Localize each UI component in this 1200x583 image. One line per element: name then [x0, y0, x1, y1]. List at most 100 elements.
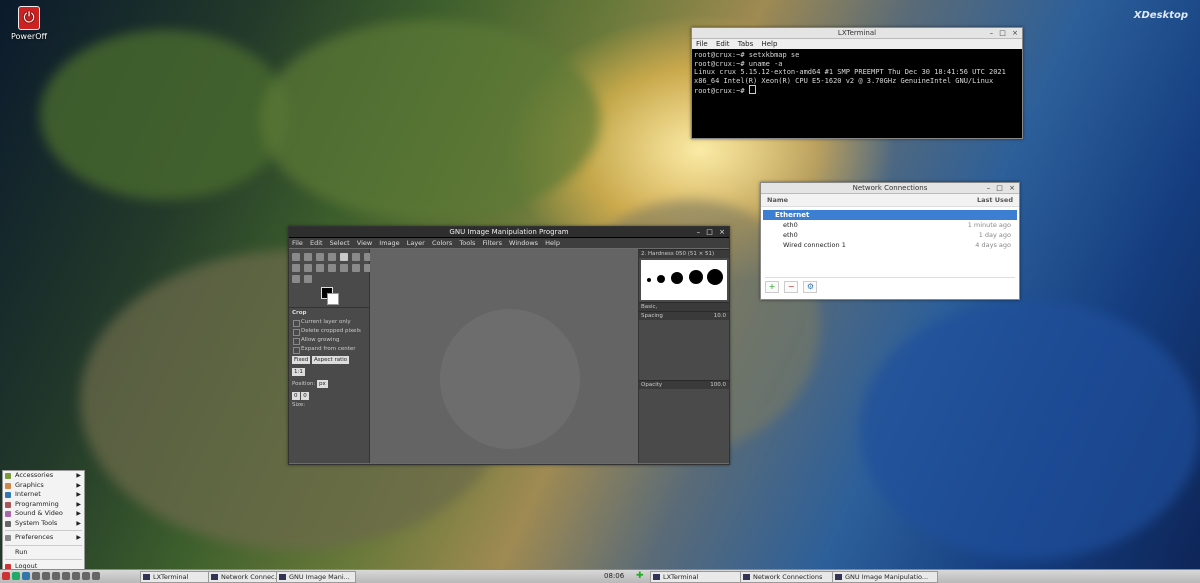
taskbar-item[interactable]: LXTerminal: [140, 571, 218, 583]
brush-swatch[interactable]: [657, 275, 665, 283]
eraser-icon[interactable]: [328, 264, 336, 272]
rect-select-icon[interactable]: [304, 253, 312, 261]
option-checkbox[interactable]: Expand from center: [292, 345, 366, 354]
color-swatches[interactable]: [317, 285, 369, 307]
menu-item-graphics[interactable]: Graphics ▶: [3, 481, 84, 491]
terminal-launcher-icon[interactable]: [32, 572, 40, 580]
menu-launcher-icon[interactable]: [2, 572, 10, 580]
gimp-canvas[interactable]: [370, 249, 638, 463]
option-checkbox[interactable]: Allow growing: [292, 336, 366, 345]
terminal-output[interactable]: root@crux:~# setxkbmap se root@crux:~# u…: [692, 49, 1022, 98]
volume-launcher-icon[interactable]: [82, 572, 90, 580]
connection-last-used: 1 day ago: [978, 231, 1011, 239]
menu-item-sound-video[interactable]: Sound & Video ▶: [3, 509, 84, 519]
paintbrush-icon[interactable]: [316, 264, 324, 272]
opacity-row[interactable]: Opacity 100.0: [639, 380, 729, 389]
menu-item-internet[interactable]: Internet ▶: [3, 490, 84, 500]
browser-launcher-icon[interactable]: [12, 572, 20, 580]
taskbar-item[interactable]: LXTerminal: [650, 571, 750, 583]
option-checkbox[interactable]: Current layer only: [292, 318, 366, 327]
terminal-window[interactable]: LXTerminal – □ × File Edit Tabs Help roo…: [691, 27, 1023, 139]
network-launcher-icon[interactable]: [92, 572, 100, 580]
terminal-titlebar[interactable]: LXTerminal – □ ×: [692, 28, 1022, 39]
menu-item-accessories[interactable]: Accessories ▶: [3, 471, 84, 481]
unit-select[interactable]: px: [317, 380, 328, 388]
column-last-used[interactable]: Last Used: [977, 194, 1013, 206]
option-checkbox[interactable]: Delete cropped pixels: [292, 327, 366, 336]
clone-icon[interactable]: [340, 264, 348, 272]
menu-tabs[interactable]: Tabs: [738, 40, 754, 48]
lasso-icon[interactable]: [316, 253, 324, 261]
menu-edit[interactable]: Edit: [310, 239, 323, 247]
color-picker-icon[interactable]: [292, 275, 300, 283]
network-connections-window[interactable]: Network Connections – □ × Name Last Used…: [760, 182, 1020, 300]
clock[interactable]: 08:06: [604, 571, 624, 582]
menu-layer[interactable]: Layer: [407, 239, 425, 247]
window-controls[interactable]: – □ ×: [990, 28, 1020, 38]
menu-windows[interactable]: Windows: [509, 239, 538, 247]
window-controls[interactable]: – □ ×: [987, 183, 1017, 193]
background-color[interactable]: [327, 293, 339, 305]
aspect-select[interactable]: Aspect ratio: [312, 356, 350, 364]
gimp-titlebar[interactable]: GNU Image Manipulation Program – □ ×: [289, 227, 729, 238]
fixed-checkbox[interactable]: Fixed: [292, 356, 311, 364]
settings-launcher-icon[interactable]: [42, 572, 50, 580]
brush-swatch[interactable]: [707, 269, 723, 285]
wilber-watermark: [440, 309, 580, 449]
taskbar-item[interactable]: GNU Image Manipulatio...: [832, 571, 938, 583]
add-workspace-icon[interactable]: ✚: [636, 572, 648, 581]
menu-view[interactable]: View: [357, 239, 372, 247]
brush-category[interactable]: Basic,: [639, 302, 729, 311]
window-controls[interactable]: – □ ×: [697, 227, 727, 237]
transform-icon[interactable]: [352, 253, 360, 261]
ratio-field[interactable]: 1:1: [292, 368, 305, 376]
add-connection-button[interactable]: +: [765, 281, 779, 293]
menu-filters[interactable]: Filters: [482, 239, 501, 247]
connection-row[interactable]: Wired connection 1 4 days ago: [761, 240, 1019, 250]
menu-tools[interactable]: Tools: [459, 239, 475, 247]
desktop-icon-poweroff[interactable]: ⏻ PowerOff: [8, 6, 50, 41]
menu-help[interactable]: Help: [761, 40, 777, 48]
move-tool-icon[interactable]: [292, 253, 300, 261]
brush-grid[interactable]: [641, 260, 727, 300]
menu-select[interactable]: Select: [330, 239, 350, 247]
connection-row[interactable]: eth0 1 minute ago: [761, 220, 1019, 230]
smudge-icon[interactable]: [352, 264, 360, 272]
menu-file[interactable]: File: [696, 40, 708, 48]
position-x-field[interactable]: 0: [292, 392, 300, 400]
desktop-launcher-icon[interactable]: [52, 572, 60, 580]
group-ethernet[interactable]: Ethernet: [763, 210, 1017, 220]
menu-item-run[interactable]: Run: [3, 548, 84, 558]
remove-connection-button[interactable]: −: [784, 281, 799, 293]
paint-bucket-icon[interactable]: [292, 264, 300, 272]
column-name[interactable]: Name: [767, 194, 788, 206]
menu-file[interactable]: File: [292, 239, 303, 247]
menu-item-system-tools[interactable]: System Tools ▶: [3, 519, 84, 529]
menu-help[interactable]: Help: [545, 239, 560, 247]
lock-launcher-icon[interactable]: [62, 572, 70, 580]
crop-tool-icon[interactable]: [340, 253, 348, 261]
brush-swatch[interactable]: [671, 272, 683, 284]
zoom-icon[interactable]: [304, 275, 312, 283]
menu-edit[interactable]: Edit: [716, 40, 730, 48]
connection-row[interactable]: eth0 1 day ago: [761, 230, 1019, 240]
files-launcher-icon[interactable]: [22, 572, 30, 580]
taskbar-item[interactable]: GNU Image Mani...: [276, 571, 356, 583]
taskbar-item[interactable]: Network Connec...: [208, 571, 286, 583]
menu-item-programming[interactable]: Programming ▶: [3, 500, 84, 510]
layers-panel[interactable]: [639, 320, 729, 380]
brush-swatch[interactable]: [647, 278, 651, 282]
menu-colors[interactable]: Colors: [432, 239, 452, 247]
menu-image[interactable]: Image: [379, 239, 399, 247]
spacing-row[interactable]: Spacing 10.0: [639, 311, 729, 320]
network-titlebar[interactable]: Network Connections – □ ×: [761, 183, 1019, 194]
edit-connection-button[interactable]: ⚙: [803, 281, 818, 293]
gimp-window[interactable]: GNU Image Manipulation Program – □ × Fil…: [288, 226, 730, 465]
screenshot-launcher-icon[interactable]: [72, 572, 80, 580]
brush-swatch[interactable]: [689, 270, 703, 284]
fuzzy-select-icon[interactable]: [328, 253, 336, 261]
position-y-field[interactable]: 0: [301, 392, 309, 400]
menu-item-preferences[interactable]: Preferences ▶: [3, 533, 84, 543]
taskbar-item[interactable]: Network Connections: [740, 571, 842, 583]
gradient-icon[interactable]: [304, 264, 312, 272]
